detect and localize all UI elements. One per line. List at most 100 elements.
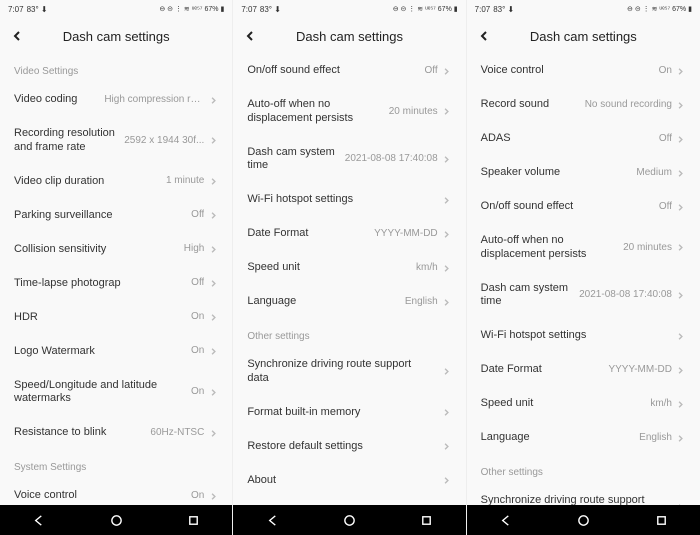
section-header: Other settings (467, 455, 700, 484)
nav-home-icon[interactable] (576, 513, 590, 527)
row-value: Off (191, 209, 204, 222)
nav-back-icon[interactable] (32, 513, 46, 527)
status-icons: ⊖ ⊝ ⋮ ≋ ᵘᵉ⁵⁷ (159, 5, 202, 13)
row-label: On/off sound effect (481, 200, 659, 214)
row-label: Video coding (14, 93, 104, 107)
status-bar: 7:0783° ⬇⊖ ⊝ ⋮ ≋ ᵘᵉ⁵⁷67% ▮ (0, 0, 232, 18)
settings-row[interactable]: On/off sound effectOff (467, 190, 700, 224)
settings-row[interactable]: Wi-Fi hotspot settings (467, 319, 700, 353)
header: Dash cam settings (467, 18, 700, 54)
chevron-right-icon (208, 347, 218, 357)
settings-row[interactable]: Restore default settings (233, 430, 465, 464)
row-value: On (659, 65, 672, 78)
settings-row[interactable]: Parking surveillanceOff (0, 199, 232, 233)
row-value: Off (191, 277, 204, 290)
row-label: Format built-in memory (247, 406, 437, 420)
status-bar: 7:0783° ⬇⊖ ⊝ ⋮ ≋ ᵘᵉ⁵⁷67% ▮ (233, 0, 465, 18)
nav-home-icon[interactable] (109, 513, 123, 527)
settings-row[interactable]: Wi-Fi hotspot settings (233, 183, 465, 217)
row-value: No sound recording (585, 99, 672, 112)
settings-row[interactable]: Dash cam system time2021-08-08 17:40:08 (233, 136, 465, 184)
settings-row[interactable]: Synchronize driving route support data (233, 348, 465, 396)
settings-row[interactable]: Speed/Longitude and latitude watermarksO… (0, 369, 232, 417)
status-temp: 83° ⬇ (493, 5, 514, 14)
settings-row[interactable]: HDROn (0, 301, 232, 335)
row-label: Date Format (481, 363, 609, 377)
row-value: English (405, 296, 438, 309)
status-time: 7:07 (475, 5, 491, 14)
settings-row[interactable]: On/off sound effectOff (233, 54, 465, 88)
nav-recent-icon[interactable] (420, 513, 434, 527)
row-label: ADAS (481, 132, 659, 146)
settings-row[interactable]: Get device log (233, 498, 465, 506)
settings-row[interactable]: Speed unitkm/h (233, 251, 465, 285)
row-label: Synchronize driving route support data (481, 494, 672, 505)
status-right: ⊖ ⊝ ⋮ ≋ ᵘᵉ⁵⁷67% ▮ (627, 5, 692, 13)
settings-row[interactable]: ADASOff (467, 122, 700, 156)
row-value: On (191, 490, 204, 503)
row-label: About (247, 474, 437, 488)
chevron-right-icon (442, 66, 452, 76)
settings-row[interactable]: Time-lapse photograpOff (0, 267, 232, 301)
section-header: Other settings (233, 319, 465, 348)
phone-screen: 7:0783° ⬇ ⊖ ⊝ ⋮ ≋ ᵘᵉ⁵⁷67% ▮ Dash cam setti… (467, 0, 700, 535)
settings-row[interactable]: Dash cam system time2021-08-08 17:40:08 (467, 272, 700, 320)
chevron-right-icon (442, 229, 452, 239)
row-label: Speed unit (481, 397, 651, 411)
row-label: Voice control (481, 64, 659, 78)
settings-row[interactable]: About (233, 464, 465, 498)
status-right: ⊖ ⊝ ⋮ ≋ ᵘᵉ⁵⁷67% ▮ (393, 5, 458, 13)
settings-row[interactable]: Record soundNo sound recording (467, 88, 700, 122)
chevron-right-icon (442, 263, 452, 273)
chevron-right-icon (676, 100, 686, 110)
settings-row[interactable]: Speaker volumeMedium (467, 156, 700, 190)
row-value: Medium (636, 167, 672, 180)
phone-screen: 7:0783° ⬇⊖ ⊝ ⋮ ≋ ᵘᵉ⁵⁷67% ▮Dash cam setti… (233, 0, 466, 535)
settings-row[interactable]: Logo WatermarkOn (0, 335, 232, 369)
nav-back-icon[interactable] (265, 513, 279, 527)
row-label: On/off sound effect (247, 64, 424, 78)
settings-row[interactable]: Speed unitkm/h (467, 387, 700, 421)
row-label: Parking surveillance (14, 209, 191, 223)
settings-scroll[interactable]: On/off sound effectOffAuto-off when no d… (233, 54, 465, 505)
settings-scroll[interactable]: Video SettingsVideo codingHigh compressi… (0, 54, 232, 505)
settings-row[interactable]: Voice controlOn (0, 479, 232, 505)
settings-row[interactable]: Collision sensitivityHigh (0, 233, 232, 267)
nav-recent-icon[interactable] (654, 513, 668, 527)
chevron-right-icon (676, 365, 686, 375)
chevron-right-icon (208, 211, 218, 221)
chevron-right-icon (676, 66, 686, 76)
row-label: Restore default settings (247, 440, 437, 454)
nav-home-icon[interactable] (342, 513, 356, 527)
settings-row[interactable]: Auto-off when no displacement persists20… (233, 88, 465, 136)
settings-row[interactable]: Auto-off when no displacement persists20… (467, 224, 700, 272)
chevron-right-icon (676, 433, 686, 443)
settings-row[interactable]: Date FormatYYYY-MM-DD (233, 217, 465, 251)
chevron-right-icon (208, 313, 218, 323)
settings-row[interactable]: LanguageEnglish (467, 421, 700, 455)
settings-row[interactable]: Recording resolution and frame rate2592 … (0, 117, 232, 165)
chevron-right-icon (208, 95, 218, 105)
row-value: On (191, 345, 204, 358)
settings-row[interactable]: Synchronize driving route support data (467, 484, 700, 505)
row-value: English (639, 432, 672, 445)
settings-row[interactable]: LanguageEnglish (233, 285, 465, 319)
chevron-right-icon (208, 387, 218, 397)
row-value: YYYY-MM-DD (374, 228, 438, 241)
chevron-right-icon (676, 202, 686, 212)
settings-row[interactable]: Video clip duration1 minute (0, 165, 232, 199)
settings-row[interactable]: Format built-in memory (233, 396, 465, 430)
status-left: 7:0783° ⬇ (475, 5, 515, 14)
status-icons: ⊖ ⊝ ⋮ ≋ ᵘᵉ⁵⁷ (627, 5, 670, 13)
settings-row[interactable]: Date FormatYYYY-MM-DD (467, 353, 700, 387)
settings-row[interactable]: Resistance to blink60Hz-NTSC (0, 416, 232, 450)
nav-recent-icon[interactable] (187, 513, 201, 527)
settings-row[interactable]: Video codingHigh compression ratio (0, 83, 232, 117)
settings-scroll[interactable]: Voice controlOnRecord soundNo sound reco… (467, 54, 700, 505)
settings-row[interactable]: Voice controlOn (467, 54, 700, 88)
nav-back-icon[interactable] (499, 513, 513, 527)
row-value: Off (659, 201, 672, 214)
row-label: Synchronize driving route support data (247, 358, 437, 386)
row-label: Time-lapse photograp (14, 277, 191, 291)
row-value: 2592 x 1944 30f... (124, 135, 204, 148)
